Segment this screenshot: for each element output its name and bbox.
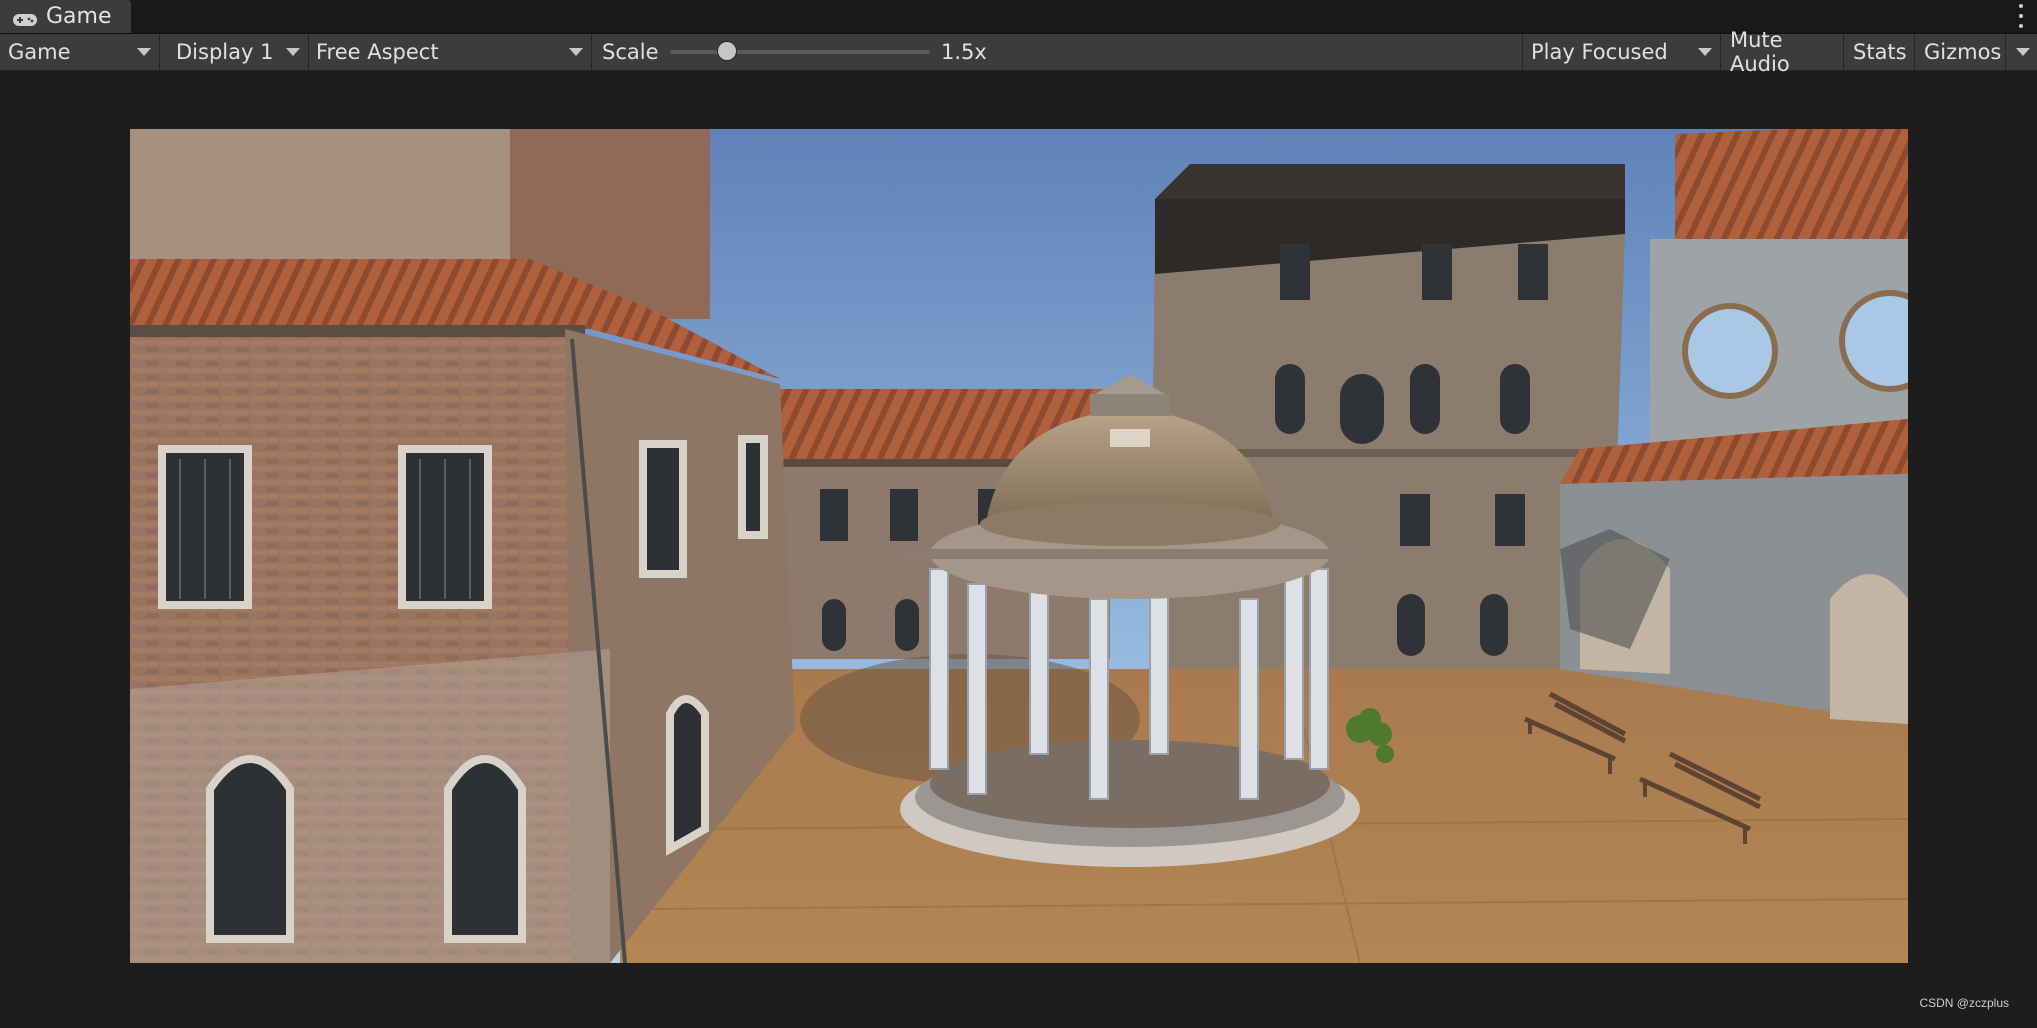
stats-toggle[interactable]: Stats (1845, 34, 1915, 70)
aspect-label: Free Aspect (316, 40, 439, 64)
scale-label: Scale (602, 40, 659, 64)
display-label: Display 1 (176, 40, 274, 64)
tab-label: Game (46, 4, 112, 29)
view-mode-label: Game (8, 40, 71, 64)
scene-render (130, 129, 1908, 963)
scale-value: 1.5x (941, 40, 987, 64)
game-toolbar: Game Display 1 Free Aspect Scale 1.5x Pl… (0, 28, 2037, 76)
aspect-dropdown[interactable]: Free Aspect (310, 34, 592, 70)
chevron-down-icon (569, 48, 583, 56)
chevron-down-icon (2016, 48, 2030, 56)
chevron-down-icon (286, 48, 300, 56)
chevron-down-icon (137, 48, 151, 56)
view-mode-dropdown[interactable]: Game (0, 34, 160, 70)
gizmos-dropdown[interactable] (2007, 34, 2037, 70)
gizmos-toggle[interactable]: Gizmos (1916, 34, 2006, 70)
chevron-down-icon (1698, 48, 1712, 56)
more-options-icon[interactable] (2017, 4, 2025, 28)
display-dropdown[interactable]: Display 1 (161, 34, 309, 70)
tab-game[interactable]: Game (0, 0, 131, 33)
gizmos-label: Gizmos (1924, 40, 2002, 64)
stats-label: Stats (1853, 40, 1907, 64)
mute-audio-label: Mute Audio (1730, 28, 1790, 76)
gamepad-icon (12, 9, 38, 26)
play-mode-label: Play Focused (1531, 40, 1668, 64)
play-mode-dropdown[interactable]: Play Focused (1524, 34, 1721, 70)
game-viewport[interactable] (130, 129, 1908, 963)
mute-audio-toggle[interactable]: Mute Audio (1722, 28, 1844, 76)
watermark: CSDN @zczplus (1919, 996, 2009, 1010)
scale-slider-track[interactable] (670, 50, 930, 54)
